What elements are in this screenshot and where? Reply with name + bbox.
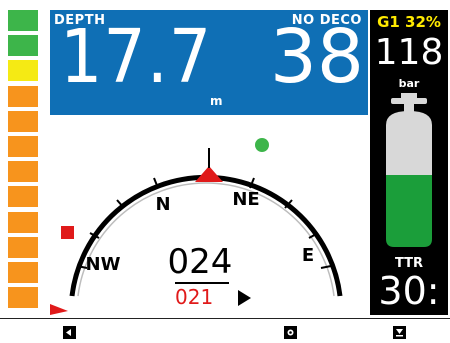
heading-value: 024 [167, 242, 233, 282]
gas-panel: G1 32% 118 bar TTR 30: [370, 10, 448, 315]
no-deco-value: 38 [269, 14, 364, 100]
gas-mix-label: G1 32% [377, 13, 441, 31]
depth-value: 17.7 [60, 14, 213, 100]
cardinal-nw: NW [86, 254, 121, 275]
green-target-marker [255, 138, 269, 152]
ttr-value: 30: [378, 269, 440, 313]
cardinal-e: E [302, 245, 314, 266]
bearing-arrow-icon [238, 290, 251, 306]
ascent-rate-segment [8, 10, 38, 31]
tank-pressure: 118 [374, 32, 444, 73]
ascent-rate-segment [8, 35, 38, 57]
heading-divider [175, 282, 229, 284]
dive-computer-screen: DEPTH NO DECO 17.7 m 38 N NE E NW 024 02… [0, 0, 450, 317]
bearing-value: 021 [175, 285, 214, 309]
red-bearing-marker [50, 304, 68, 315]
cardinal-n: N [155, 194, 170, 215]
right-key-icon[interactable] [393, 324, 406, 343]
tank-icon [386, 93, 432, 247]
pressure-unit: bar [398, 77, 420, 90]
red-target-marker [61, 226, 74, 239]
depth-unit: m [210, 94, 223, 108]
cardinal-ne: NE [232, 189, 259, 210]
depth-panel: DEPTH NO DECO 17.7 m 38 [50, 10, 368, 115]
center-key-icon[interactable] [284, 324, 297, 343]
softkey-bar [0, 318, 450, 342]
ascent-rate-segment [8, 85, 38, 107]
ascent-rate-segment [8, 60, 38, 82]
heading-marker [195, 166, 223, 182]
left-key-icon[interactable] [63, 324, 76, 343]
